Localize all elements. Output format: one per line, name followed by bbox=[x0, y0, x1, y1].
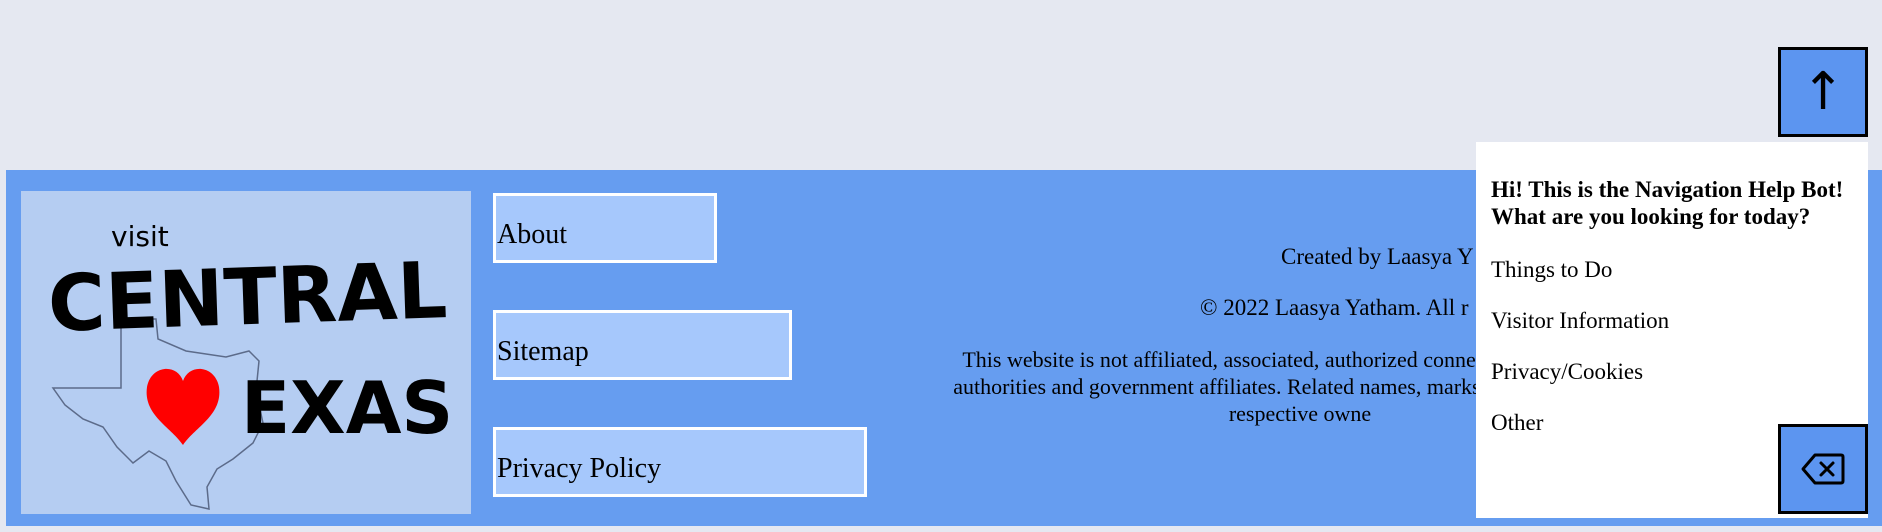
privacy-policy-link[interactable]: Privacy Policy bbox=[493, 427, 867, 497]
created-by-text: Created by Laasya Y bbox=[1281, 244, 1474, 269]
logo-word-visit: visit bbox=[111, 220, 169, 253]
sitemap-link[interactable]: Sitemap bbox=[493, 310, 792, 380]
backspace-icon bbox=[1801, 453, 1845, 485]
close-chat-button[interactable] bbox=[1778, 424, 1868, 514]
heart-icon bbox=[146, 368, 220, 445]
scroll-to-top-button[interactable]: ↑ bbox=[1778, 47, 1868, 137]
logo-word-exas: EXAS bbox=[241, 366, 453, 450]
site-logo[interactable]: visit CENTRAL EXAS bbox=[21, 191, 471, 514]
logo-word-central: CENTRAL bbox=[47, 246, 449, 350]
copyright-text: © 2022 Laasya Yatham. All r bbox=[1200, 295, 1469, 320]
chat-option-visitor-information[interactable]: Visitor Information bbox=[1491, 309, 1854, 360]
chat-option-things-to-do[interactable]: Things to Do bbox=[1491, 258, 1854, 309]
chatbot-title: Hi! This is the Navigation Help Bot! Wha… bbox=[1491, 177, 1844, 229]
up-arrow-icon: ↑ bbox=[1801, 62, 1845, 122]
about-link[interactable]: About bbox=[493, 193, 717, 263]
visit-central-texas-logo: visit CENTRAL EXAS bbox=[47, 220, 453, 510]
chat-option-privacy-cookies[interactable]: Privacy/Cookies bbox=[1491, 360, 1854, 411]
